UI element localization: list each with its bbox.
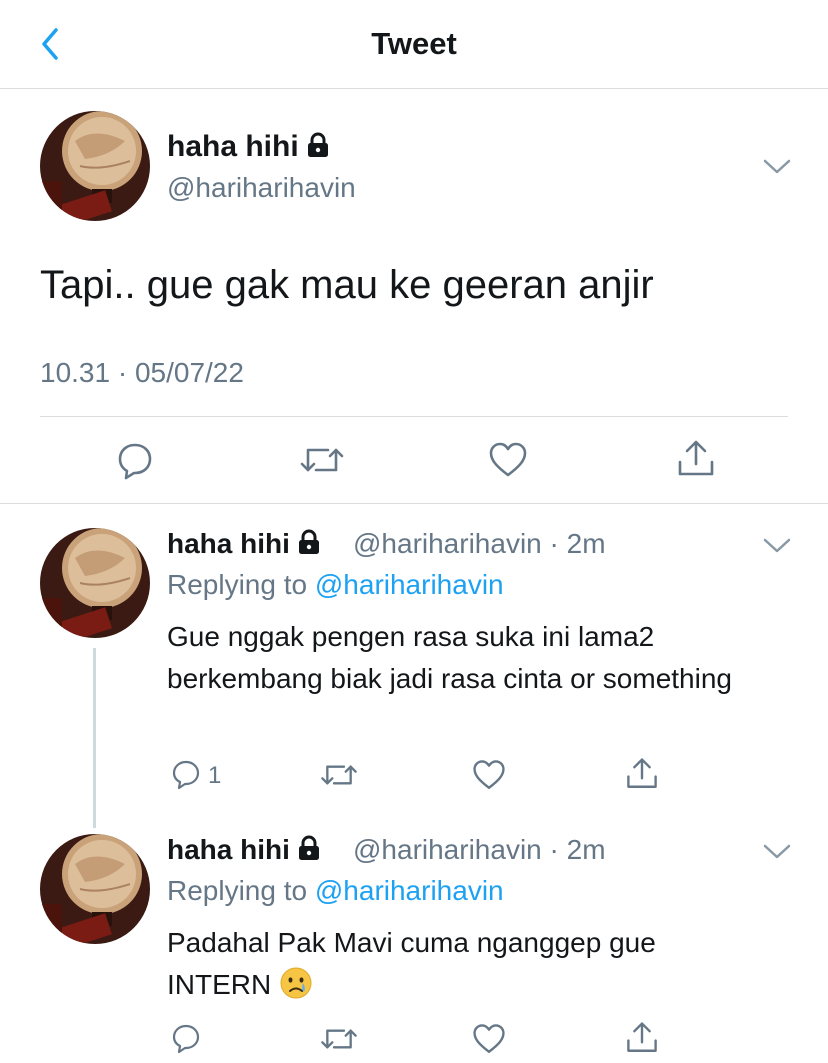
display-name[interactable]: haha hihi <box>167 528 322 560</box>
like-icon[interactable] <box>488 440 528 480</box>
retweet-icon[interactable] <box>320 760 358 790</box>
retweet-icon[interactable] <box>300 442 344 478</box>
page-title: Tweet <box>371 26 457 61</box>
lock-icon <box>307 132 328 157</box>
mention-link[interactable]: @hariharihavin <box>315 875 504 906</box>
retweet-icon[interactable] <box>320 1024 358 1054</box>
handle[interactable]: @hariharihavin <box>167 172 356 204</box>
display-name[interactable]: haha hihi <box>167 130 331 164</box>
tweet-text: Tapi.. gue gak mau ke geeran anjir <box>40 263 654 307</box>
chevron-down-icon[interactable] <box>762 537 792 555</box>
avatar[interactable] <box>40 111 150 221</box>
divider <box>40 416 788 417</box>
mention-link[interactable]: @hariharihavin <box>315 569 504 600</box>
replying-to: Replying to @hariharihavin <box>167 569 504 600</box>
tweet-text: Gue nggak pengen rasa suka ini lama2 ber… <box>167 621 732 694</box>
reply-icon[interactable] <box>115 440 155 480</box>
like-icon[interactable] <box>472 758 506 792</box>
lock-icon <box>298 529 319 554</box>
separator: · <box>549 834 559 865</box>
separator: · <box>549 528 559 559</box>
tweet-text: Padahal Pak Mavi cuma nganggep gue INTER… <box>167 927 656 1000</box>
share-icon[interactable] <box>676 438 716 480</box>
crying-face-emoji <box>280 967 312 999</box>
reply-icon[interactable] <box>170 758 202 790</box>
avatar[interactable] <box>40 528 150 638</box>
lock-icon <box>298 835 319 860</box>
share-icon[interactable] <box>625 756 659 792</box>
divider <box>0 503 828 504</box>
timestamp: 10.31 · 05/07/22 <box>40 357 244 388</box>
reply-icon[interactable] <box>170 1022 202 1054</box>
share-icon[interactable] <box>625 1020 659 1056</box>
reply-meta: @hariharihavin · 2m <box>353 834 606 866</box>
replying-to: Replying to @hariharihavin <box>167 875 504 906</box>
like-icon[interactable] <box>472 1022 506 1056</box>
handle[interactable]: @hariharihavin <box>353 528 542 559</box>
top-bar: Tweet <box>0 0 828 89</box>
chevron-down-icon[interactable] <box>762 843 792 861</box>
handle[interactable]: @hariharihavin <box>353 834 542 865</box>
display-name[interactable]: haha hihi <box>167 834 322 866</box>
reply-count: 1 <box>208 762 222 789</box>
avatar[interactable] <box>40 834 150 944</box>
chevron-down-icon[interactable] <box>762 158 792 176</box>
relative-time: 2m <box>566 834 606 865</box>
relative-time: 2m <box>566 528 606 559</box>
thread-line <box>93 648 96 828</box>
reply-meta: @hariharihavin · 2m <box>353 528 606 560</box>
